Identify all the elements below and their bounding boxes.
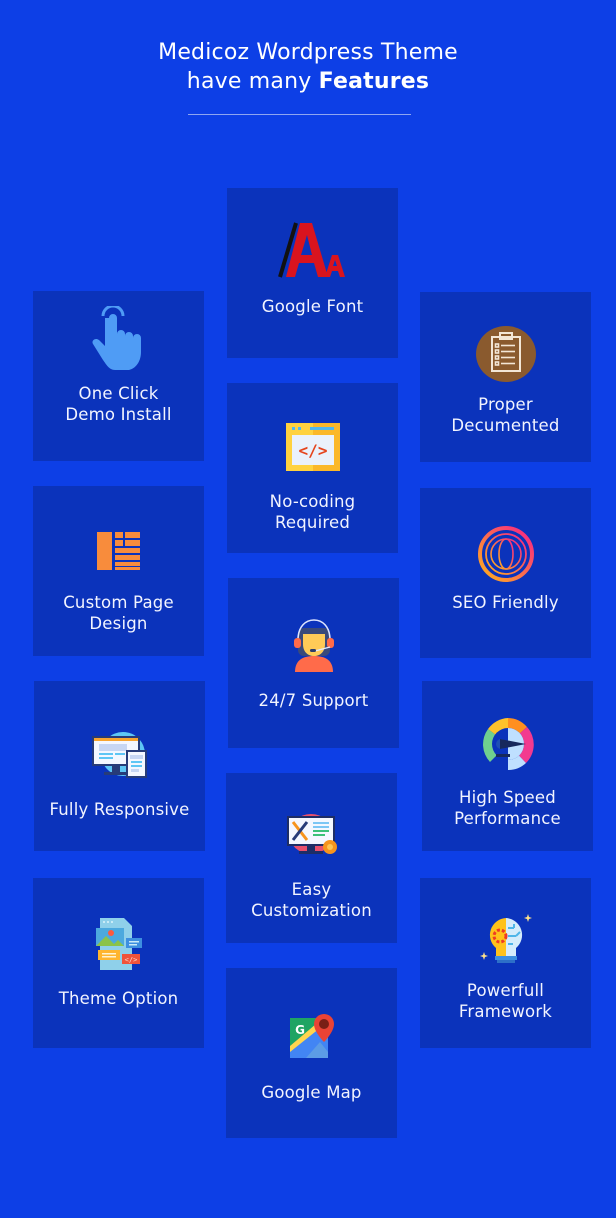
svg-text:</>: </> [298, 441, 327, 460]
svg-text:</>: </> [124, 956, 137, 964]
title-line-1: Medicoz Wordpress Theme [158, 40, 458, 65]
title-prefix: have many [186, 69, 319, 94]
feature-card-custom-page-design: Custom Page Design [33, 486, 204, 656]
feature-card-google-map: G Google Map [226, 968, 397, 1138]
devices-icon [85, 723, 155, 787]
feature-card-one-click-demo: One Click Demo Install [33, 291, 204, 461]
feature-card-seo-friendly: SEO Friendly [420, 488, 591, 658]
code-window-icon: </> [278, 415, 348, 479]
feature-label: Google Map [261, 1083, 362, 1102]
support-agent-icon [279, 614, 349, 678]
speedometer-icon [473, 711, 543, 775]
page-title: Medicoz Wordpress Theme have many Featur… [0, 38, 616, 96]
feature-card-easy-customization: Easy Customization [226, 773, 397, 943]
feature-card-powerfull-framework: Powerfull Framework [420, 878, 591, 1048]
feature-label: Demo Install [65, 405, 172, 424]
feature-label: SEO Friendly [452, 593, 559, 612]
tools-monitor-icon [277, 803, 347, 867]
layout-icon [84, 520, 154, 584]
map-pin-icon: G [277, 1004, 347, 1068]
feature-label: Framework [458, 1002, 553, 1021]
feature-label: Google Font [261, 297, 364, 316]
feature-label: One Click [78, 384, 159, 403]
feature-label: Decumented [451, 416, 560, 435]
title-highlight: Features [318, 69, 430, 94]
feature-label: Required [274, 513, 351, 532]
feature-card-no-coding: </> No-coding Required [227, 383, 398, 553]
theme-files-icon: </> [84, 912, 154, 976]
feature-card-proper-documented: Proper Decumented [420, 292, 591, 462]
feature-label: Powerfull [466, 981, 545, 1000]
feature-label: Easy [291, 880, 332, 899]
title-line-2: have many Features [0, 67, 616, 96]
feature-label: No-coding [269, 492, 356, 511]
lightbulb-gear-icon [471, 908, 541, 972]
feature-label: High Speed [459, 788, 556, 807]
feature-card-google-font: Google Font [227, 188, 398, 358]
feature-label: Performance [454, 809, 561, 828]
feature-card-high-speed: High Speed Performance [422, 681, 593, 851]
feature-label: Design [89, 614, 148, 633]
feature-label: Fully Responsive [49, 800, 190, 819]
svg-text:G: G [295, 1023, 305, 1037]
feature-card-fully-responsive: Fully Responsive [34, 681, 205, 851]
feature-label: Theme Option [58, 989, 179, 1008]
feature-label: 24/7 Support [258, 691, 369, 710]
title-divider [188, 114, 411, 115]
font-icon [277, 218, 348, 282]
feature-label: Proper [478, 395, 533, 414]
feature-card-theme-option: </> Theme Option [33, 878, 204, 1048]
clipboard-icon [471, 322, 541, 386]
feature-card-support: 24/7 Support [228, 578, 399, 748]
pointer-hand-icon [84, 306, 154, 371]
feature-label: Customization [251, 901, 372, 920]
globe-target-icon [471, 522, 541, 586]
feature-label: Custom Page [63, 593, 174, 612]
